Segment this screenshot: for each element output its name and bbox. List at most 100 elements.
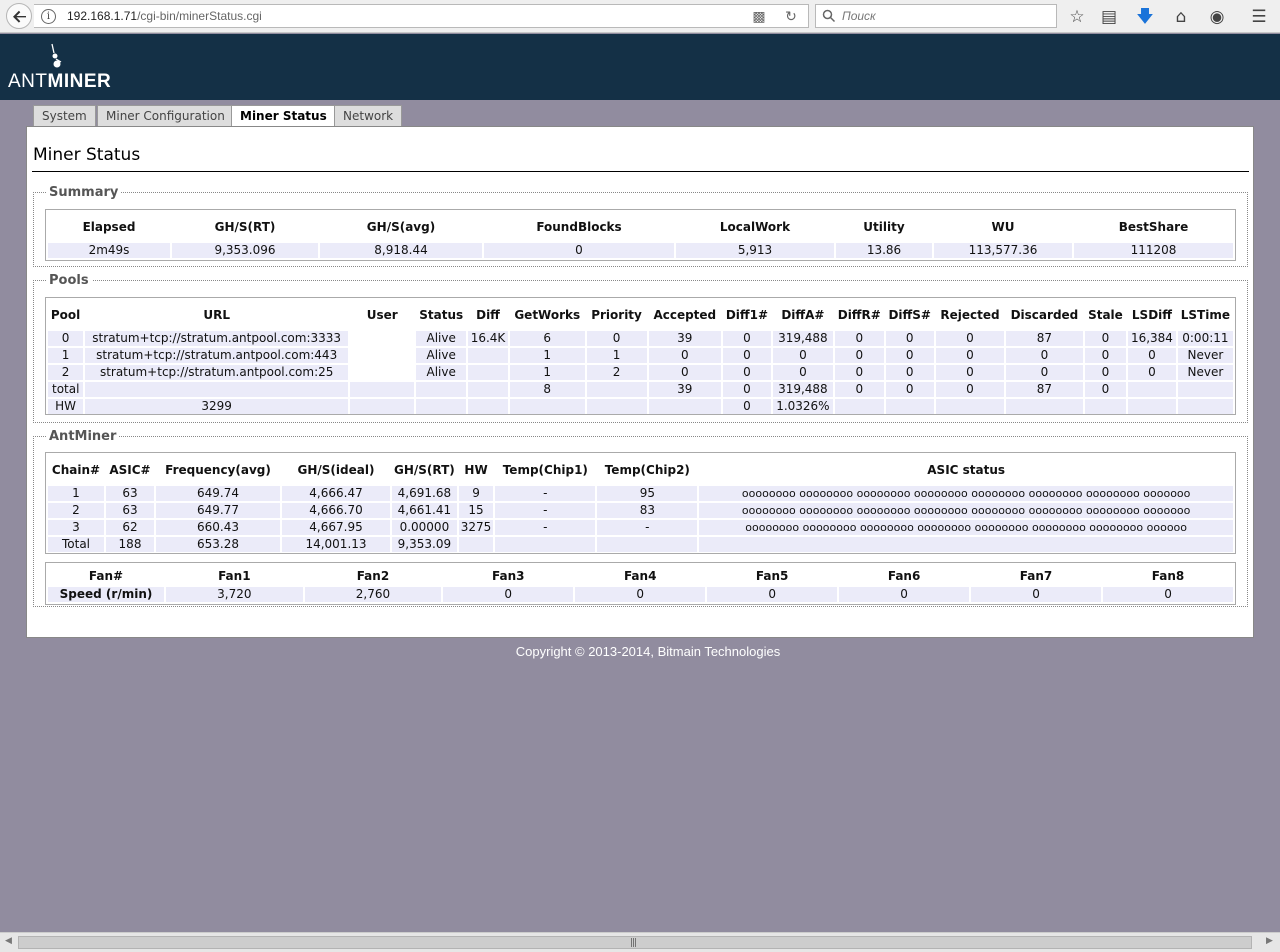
chain-cell: 649.77 — [156, 503, 280, 518]
pool-cell: 0 — [772, 348, 833, 363]
blank-cell — [1128, 399, 1176, 414]
pool-cell: 0 — [885, 331, 934, 346]
blank-cell — [509, 399, 585, 414]
pools-header: Stale — [1088, 308, 1123, 322]
pool-cell: 0 — [723, 331, 771, 346]
pool-cell: Never — [1177, 365, 1233, 380]
scroll-right-icon[interactable]: ▶ — [1266, 936, 1273, 946]
info-icon[interactable]: i — [41, 9, 56, 24]
pool-cell: 0 — [648, 365, 722, 380]
pool-cell: Alive — [416, 348, 467, 363]
fans-table: Fan# Fan1 Fan2 Fan3 Fan4 Fan5 Fan6 Fan7 Fan8 Spe… — [46, 565, 1235, 604]
pool-row: 0 stratum+tcp://stratum.antpool.com:3333 A… — [48, 331, 1233, 346]
search-icon — [822, 9, 836, 23]
back-button[interactable] — [6, 3, 32, 29]
tab-miner-status[interactable]: Miner Status — [231, 105, 336, 127]
fan-speed-cell: 3,720 — [166, 587, 303, 602]
pool-cell: 1 — [509, 348, 585, 363]
pool-cell: 0 — [723, 348, 771, 363]
pools-header: DiffR# — [837, 308, 881, 322]
tab-miner-configuration[interactable]: Miner Configuration — [97, 105, 234, 127]
download-icon[interactable]: 🡇 — [1134, 6, 1156, 28]
summary-header: GH/S(avg) — [366, 220, 436, 234]
pool-cell: 0 — [648, 348, 722, 363]
fan-header: Fan7 — [1019, 569, 1053, 583]
reload-icon[interactable]: ↻ — [782, 8, 800, 26]
horizontal-scrollbar[interactable]: ◀ ||| ▶ — [0, 932, 1280, 952]
pool-cell — [468, 365, 508, 380]
pool-cell: 0 — [885, 348, 934, 363]
chain-cell: 188 — [106, 537, 154, 552]
back-arrow-icon — [13, 10, 26, 23]
pool-cell: 8 — [509, 382, 585, 397]
asic-status-cell: oooooooo oooooooo oooooooo oooooooo oooo… — [699, 520, 1233, 535]
summary-cell: 13.86 — [836, 243, 932, 258]
pools-header: Diff — [476, 308, 500, 322]
pools-header: Diff1# — [725, 308, 769, 322]
chain-cell: 9,353.09 — [392, 537, 457, 552]
chain-header: GH/S(RT) — [394, 463, 455, 477]
pool-cell: 319,488 — [772, 382, 833, 397]
summary-cell: 8,918.44 — [320, 243, 482, 258]
pocket-icon[interactable]: ◉ — [1206, 6, 1228, 28]
pool-url: stratum+tcp://stratum.antpool.com:25 — [85, 365, 349, 380]
blank-cell — [1084, 399, 1127, 414]
tab-network[interactable]: Network — [334, 105, 403, 127]
summary-cell: 9,353.096 — [172, 243, 318, 258]
summary-cell: 113,577.36 — [934, 243, 1072, 258]
summary-legend: Summary — [49, 185, 119, 200]
pool-cell: 87 — [1006, 331, 1083, 346]
address-bar[interactable]: i 192.168.1.71/cgi-bin/minerStatus.cgi ▩… — [34, 4, 809, 28]
clipboard-icon[interactable]: ▤ — [1098, 6, 1120, 28]
fan-speed-cell: 0 — [839, 587, 970, 602]
pools-header: Accepted — [653, 308, 717, 322]
pool-cell: Alive — [416, 331, 467, 346]
pool-url — [85, 382, 349, 397]
main-panel: Miner Status Summary Elapsed GH/S(RT) GH… — [26, 126, 1254, 638]
pool-cell: 16,384 — [1128, 331, 1176, 346]
home-icon[interactable]: ⌂ — [1170, 6, 1192, 28]
tab-system[interactable]: System — [33, 105, 96, 127]
chain-cell: 15 — [458, 503, 494, 518]
chain-header: HW — [464, 463, 488, 477]
asic-status-cell — [699, 537, 1233, 552]
chain-cell: - — [597, 520, 698, 535]
blank-cell — [416, 399, 467, 414]
reader-view-icon[interactable]: ▩ — [750, 8, 768, 26]
chain-cell: 95 — [597, 486, 698, 501]
chain-row: 3 62 660.43 4,667.95 0.00000 3275- - oooooooo o… — [48, 520, 1233, 535]
chain-header: Frequency(avg) — [165, 463, 271, 477]
chain-header: ASIC status — [927, 463, 1006, 477]
fan-speed-cell: 0 — [1103, 587, 1233, 602]
chain-cell — [597, 537, 698, 552]
pool-cell: 0 — [935, 382, 1005, 397]
pools-legend: Pools — [49, 273, 89, 288]
scroll-left-icon[interactable]: ◀ — [5, 936, 12, 946]
chain-cell: 649.74 — [156, 486, 280, 501]
chain-cell: 3275 — [458, 520, 494, 535]
pools-table-box: Pool URL User Status Diff GetWorks Priority Acc… — [45, 297, 1236, 415]
pool-cell: 16.4K — [468, 331, 508, 346]
chain-cell: 4,661.41 — [392, 503, 457, 518]
chain-cell: 9 — [458, 486, 494, 501]
bookmark-star-icon[interactable]: ☆ — [1066, 6, 1088, 28]
pool-cell: 0 — [834, 365, 884, 380]
pool-cell: 2 — [586, 365, 647, 380]
pools-table: Pool URL User Status Diff GetWorks Priority Acc… — [46, 302, 1235, 416]
pool-cell — [468, 348, 508, 363]
pool-cell: 0 — [834, 331, 884, 346]
fan-header: Fan1 — [218, 569, 251, 583]
summary-cell: 2m49s — [48, 243, 170, 258]
fan-speed-cell: 0 — [443, 587, 574, 602]
chain-cell: 63 — [106, 486, 154, 501]
blank-cell — [1006, 399, 1083, 414]
chain-header: GH/S(ideal) — [297, 463, 375, 477]
fan-speed-row: Speed (r/min) 3,720 2,760 0 0 0 0 0 0 — [48, 587, 1233, 602]
hw-percent: 1.0326% — [772, 399, 833, 414]
antminer-legend: AntMiner — [49, 429, 117, 444]
blank-cell — [468, 399, 508, 414]
menu-icon[interactable]: ☰ — [1248, 6, 1270, 28]
search-input[interactable]: Поиск — [815, 4, 1057, 28]
chain-cell: 0.00000 — [392, 520, 457, 535]
chain-cell: 4,666.70 — [282, 503, 390, 518]
